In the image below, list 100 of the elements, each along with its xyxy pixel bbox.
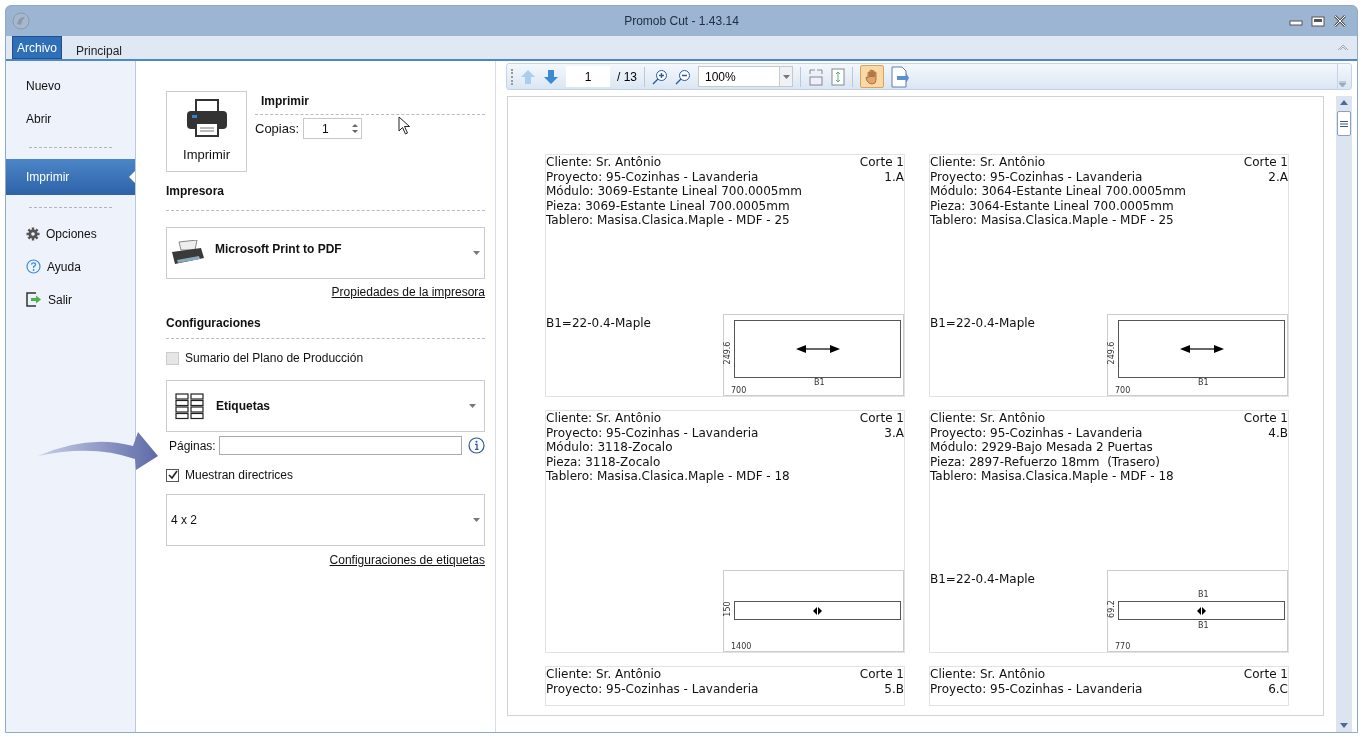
grain-arrow-icon (1179, 345, 1224, 353)
label-line: 3.A (884, 425, 904, 440)
printer-dropdown[interactable]: Microsoft Print to PDF (166, 227, 485, 279)
info-icon (468, 437, 485, 454)
label-line: 2.A (1268, 169, 1288, 184)
sidebar-item[interactable]: Opciones (6, 217, 135, 250)
edge-band-text: B1=22-0.4-Maple (930, 572, 1035, 587)
checkbox-label: Muestran directrices (185, 467, 294, 484)
print-button[interactable]: Imprimir (166, 91, 247, 172)
mouse-cursor-icon (398, 116, 412, 136)
label-line: 6.C (1268, 681, 1288, 696)
caret-icon (473, 518, 480, 522)
height-dimension: 69.2 (1107, 599, 1117, 620)
grain-arrow-icon (795, 345, 840, 353)
labels-grid-icon (175, 392, 204, 420)
checkbox-label: Sumario del Plano de Producción (185, 350, 364, 367)
zoom-out-button[interactable] (675, 68, 691, 85)
width-dimension: 770 (1115, 643, 1131, 651)
label-line: Proyecto: 95-Cozinhas - Lavanderia (546, 169, 759, 184)
label-line: Tablero: Masisa.Clasica.Maple - MDF - 18 (930, 469, 1174, 484)
exit-icon (26, 292, 42, 307)
zoom-dropdown[interactable]: 100% (698, 66, 793, 87)
height-dimension: 150 (723, 600, 733, 619)
label-line: Corte 1 (1243, 155, 1288, 170)
close-button[interactable] (1333, 15, 1347, 27)
caret-icon (782, 74, 790, 79)
label-line: Proyecto: 95-Cozinhas - Lavanderia (546, 425, 759, 440)
width-dimension: 700 (731, 387, 747, 395)
label-line: Pieza: 3069-Estante Lineal 700.0005mm (546, 198, 790, 213)
export-page-button[interactable] (891, 65, 909, 88)
printer-icon (171, 240, 205, 266)
sidebar-item[interactable]: Abrir (6, 102, 135, 135)
label-line: Corte 1 (859, 411, 904, 426)
label-line: Cliente: Sr. Antônio (930, 155, 1046, 170)
window-title: Promob Cut - 1.43.14 (623, 13, 740, 30)
copies-label: Copias: (255, 119, 300, 138)
sidebar-item[interactable]: Ayuda (6, 250, 135, 283)
pages-field[interactable] (218, 436, 462, 455)
layout-dropdown[interactable]: 4 x 2 (166, 494, 485, 546)
label-line: Pieza: 2897-Refuerzo 18mm (Trasero) (930, 454, 1160, 469)
label-settings-link[interactable]: Configuraciones de etiquetas (329, 551, 485, 569)
sidebar-item[interactable]: Imprimir (6, 159, 135, 195)
maximize-button[interactable] (1311, 15, 1325, 27)
zoom-in-button[interactable] (652, 68, 668, 85)
section-heading: Impresora (166, 183, 226, 200)
pan-tool-button[interactable] (860, 65, 884, 88)
label-line: Proyecto: 95-Cozinhas - Lavanderia (546, 681, 759, 696)
ribbon-tab[interactable]: Archivo (12, 36, 62, 59)
hand-icon (865, 68, 879, 85)
printer-icon (185, 98, 228, 137)
edge-label: B1 (1198, 622, 1209, 630)
caret-icon (469, 404, 476, 408)
label-line: Corte 1 (859, 667, 904, 682)
collapse-ribbon-icon (1337, 44, 1349, 51)
label-line: Módulo: 3069-Estante Lineal 700.0005mm (546, 184, 802, 199)
app-logo-icon (12, 12, 30, 30)
label-line: 1.A (884, 169, 904, 184)
fit-width-button[interactable] (808, 67, 824, 86)
label-line: Cliente: Sr. Antônio (546, 155, 662, 170)
label-line: Tablero: Masisa.Clasica.Maple - MDF - 25 (930, 213, 1174, 228)
label-line: Tablero: Masisa.Clasica.Maple - MDF - 18 (546, 469, 790, 484)
sidebar-item[interactable]: Salir (6, 283, 135, 316)
settings-icon (26, 226, 40, 241)
label-line: Cliente: Sr. Antônio (930, 667, 1046, 682)
scroll-thumb[interactable] (1337, 111, 1351, 136)
edge-label: B1 (814, 379, 825, 387)
fit-page-button[interactable] (831, 67, 845, 86)
sidebar-item[interactable]: Nuevo (6, 69, 135, 102)
page-number-field[interactable]: 1 (566, 66, 610, 87)
report-dropdown[interactable]: Etiquetas (166, 380, 485, 432)
grain-arrow-icon (813, 606, 822, 615)
label-line: 5.B (884, 681, 904, 696)
grain-arrow-icon (1197, 606, 1206, 615)
label-line: Tablero: Masisa.Clasica.Maple - MDF - 25 (546, 213, 790, 228)
caret-icon (473, 251, 480, 255)
edge-band-text: B1=22-0.4-Maple (930, 316, 1035, 331)
label-line: Cliente: Sr. Antônio (546, 667, 662, 682)
ribbon-tab[interactable]: Principal (72, 36, 127, 59)
label-line: Módulo: 2929-Bajo Mesada 2 Puertas (930, 440, 1153, 455)
label-line: 4.B (1268, 425, 1288, 440)
label-line: Proyecto: 95-Cozinhas - Lavanderia (930, 681, 1143, 696)
label-line: Corte 1 (1243, 667, 1288, 682)
label-line: Corte 1 (1243, 411, 1288, 426)
copies-spinner[interactable]: 1 (303, 118, 363, 139)
label-line: Proyecto: 95-Cozinhas - Lavanderia (930, 169, 1143, 184)
help-icon (26, 259, 41, 274)
pages-label: Páginas: (169, 437, 216, 455)
checkbox[interactable] (166, 468, 179, 482)
edge-label: B1 (1198, 379, 1209, 387)
label-line: Cliente: Sr. Antônio (546, 411, 662, 426)
label-line: Módulo: 3064-Estante Lineal 700.0005mm (930, 184, 1186, 199)
label-line: Pieza: 3118-Zocalo (546, 454, 661, 469)
printer-properties-link[interactable]: Propiedades de la impresora (331, 283, 485, 301)
spinner-arrows-icon (352, 123, 359, 134)
next-page-button[interactable] (543, 68, 559, 85)
scroll-down-icon (1340, 723, 1348, 728)
label-line: Proyecto: 95-Cozinhas - Lavanderia (930, 425, 1143, 440)
section-heading: Imprimir (260, 93, 310, 110)
height-dimension: 249.6 (1107, 340, 1117, 367)
width-dimension: 1400 (731, 643, 752, 651)
